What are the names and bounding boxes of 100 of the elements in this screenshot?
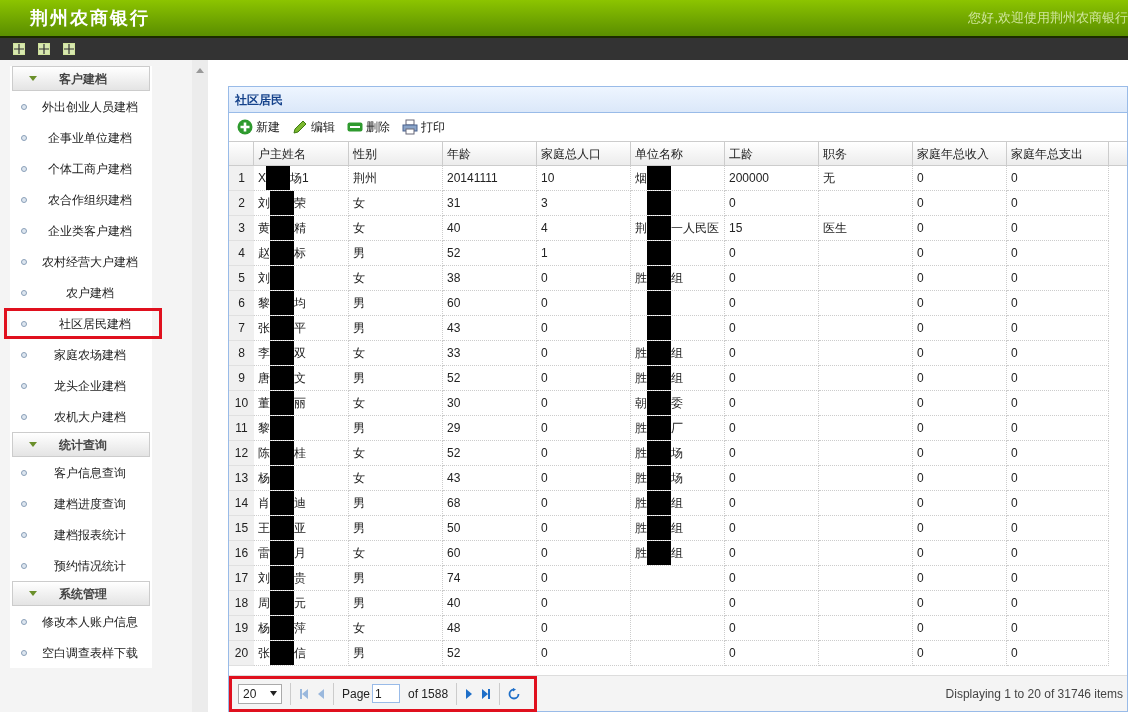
cell-text: 黎 <box>258 420 270 437</box>
page-number-field[interactable]: 1 <box>372 684 401 703</box>
row-number: 9 <box>238 370 245 387</box>
table-cell: 0 <box>537 616 631 641</box>
last-page-icon[interactable] <box>481 688 492 699</box>
toolbar-button[interactable]: 新建 <box>237 118 280 136</box>
sidebar-item[interactable]: 家庭农场建档 <box>4 339 152 370</box>
table-cell: 无 <box>819 166 913 191</box>
grid-icon[interactable] <box>13 43 25 55</box>
table-cell: 48 <box>443 616 537 641</box>
toolbar-button[interactable]: 打印 <box>402 118 445 136</box>
table-cell: 0 <box>725 241 819 266</box>
table-cell: 0 <box>1007 366 1109 391</box>
cell-text: 董 <box>258 395 270 412</box>
table-cell: 0 <box>1007 241 1109 266</box>
table-cell: 男 <box>349 366 443 391</box>
table-cell: 0 <box>725 266 819 291</box>
table-cell: 0 <box>913 516 1007 541</box>
sidebar-item[interactable]: 客户信息查询 <box>4 457 152 488</box>
column-header[interactable]: 年龄 <box>443 142 537 165</box>
table-cell: 男 <box>349 241 443 266</box>
section-header[interactable]: 系统管理 <box>12 581 150 606</box>
column-header[interactable]: 户主姓名 <box>254 142 349 165</box>
cell-text: 黎 <box>258 295 270 312</box>
sidebar-item[interactable]: 企业类客户建档 <box>4 215 152 246</box>
table-cell: 0 <box>537 416 631 441</box>
refresh-icon[interactable] <box>508 687 521 700</box>
table-cell: 男 <box>349 641 443 666</box>
table-cell: 女 <box>349 441 443 466</box>
table-cell: 200000 <box>725 166 819 191</box>
table-cell: 0 <box>537 566 631 591</box>
row-number: 14 <box>234 495 249 512</box>
panel-title-bar: 社区居民 <box>229 87 1127 113</box>
sidebar-item[interactable]: 空白调查表样下载 <box>4 637 152 668</box>
sidebar-item[interactable]: 龙头企业建档 <box>4 370 152 401</box>
section-header[interactable]: 统计查询 <box>12 432 150 457</box>
table-cell: 0 <box>1007 541 1109 566</box>
sidebar-item[interactable]: 建档报表统计 <box>4 519 152 550</box>
sidebar-item[interactable]: 农村经营大户建档 <box>4 246 152 277</box>
row-number: 12 <box>234 445 249 462</box>
row-number: 7 <box>238 320 245 337</box>
cell-text: 文 <box>294 370 306 387</box>
next-page-icon[interactable] <box>465 688 474 699</box>
sidebar-item[interactable]: 建档进度查询 <box>4 488 152 519</box>
column-header[interactable]: 工龄 <box>725 142 819 165</box>
table-cell: 0 <box>1007 341 1109 366</box>
sidebar-item[interactable]: 预约情况统计 <box>4 550 152 581</box>
cell-text: 刘 <box>258 195 270 212</box>
section-header[interactable]: 客户建档 <box>12 66 150 91</box>
cell-text: 精 <box>294 220 306 237</box>
sidebar-item[interactable]: 农合作组织建档 <box>4 184 152 215</box>
row-number: 4 <box>238 245 245 262</box>
sidebar-item[interactable]: 修改本人账户信息 <box>4 606 152 637</box>
table-cell: 0 <box>537 316 631 341</box>
scrollbar[interactable] <box>192 60 208 712</box>
cell-text: 组 <box>671 545 683 562</box>
table-cell: 40 <box>443 591 537 616</box>
table-cell: 荆州 <box>349 166 443 191</box>
sidebar-item[interactable]: 外出创业人员建档 <box>4 91 152 122</box>
column-header[interactable]: 性别 <box>349 142 443 165</box>
page-size-select[interactable]: 20 <box>238 683 282 704</box>
table-cell: 0 <box>1007 216 1109 241</box>
column-header[interactable]: 家庭年总收入 <box>913 142 1007 165</box>
column-header[interactable]: 单位名称 <box>631 142 725 165</box>
table-cell: 0 <box>725 316 819 341</box>
table-cell: 0 <box>1007 166 1109 191</box>
up-arrow-icon[interactable] <box>196 68 204 73</box>
sidebar-item[interactable]: 农户建档 <box>4 277 152 308</box>
grid-icon[interactable] <box>38 43 50 55</box>
table-cell: 20141111 <box>443 166 537 191</box>
cell-text: 月 <box>294 545 306 562</box>
sidebar-item[interactable]: 社区居民建档 <box>4 308 162 339</box>
table-cell: 0 <box>725 541 819 566</box>
sidebar-item[interactable]: 企事业单位建档 <box>4 122 152 153</box>
page-label: Page <box>342 685 371 703</box>
cell-text: 杨 <box>258 620 270 637</box>
grid-icon[interactable] <box>63 43 75 55</box>
cell-text: 组 <box>671 370 683 387</box>
cell-text: 胜 <box>635 520 647 537</box>
sidebar-item[interactable]: 农机大户建档 <box>4 401 152 432</box>
column-header[interactable]: 家庭年总支出 <box>1007 142 1109 165</box>
table-cell: 29 <box>443 416 537 441</box>
row-number: 18 <box>234 595 249 612</box>
toolbar-button[interactable]: 编辑 <box>292 118 335 136</box>
table-cell: 0 <box>1007 516 1109 541</box>
cell-text: 荣 <box>294 195 306 212</box>
table-cell: 52 <box>443 366 537 391</box>
table-cell: 男 <box>349 316 443 341</box>
sidebar-item[interactable]: 个体工商户建档 <box>4 153 152 184</box>
toolbar-button[interactable]: 删除 <box>347 118 390 136</box>
column-header[interactable]: 职务 <box>819 142 913 165</box>
table-cell: 0 <box>725 516 819 541</box>
table-cell: 40 <box>443 216 537 241</box>
dropdown-arrow-icon <box>270 691 277 696</box>
row-number: 13 <box>234 470 249 487</box>
row-number: 16 <box>234 545 249 562</box>
column-header[interactable]: 家庭总人口 <box>537 142 631 165</box>
cell-text: 张 <box>258 320 270 337</box>
cell-text: 场1 <box>290 170 309 187</box>
cell-text: 肖 <box>258 495 270 512</box>
